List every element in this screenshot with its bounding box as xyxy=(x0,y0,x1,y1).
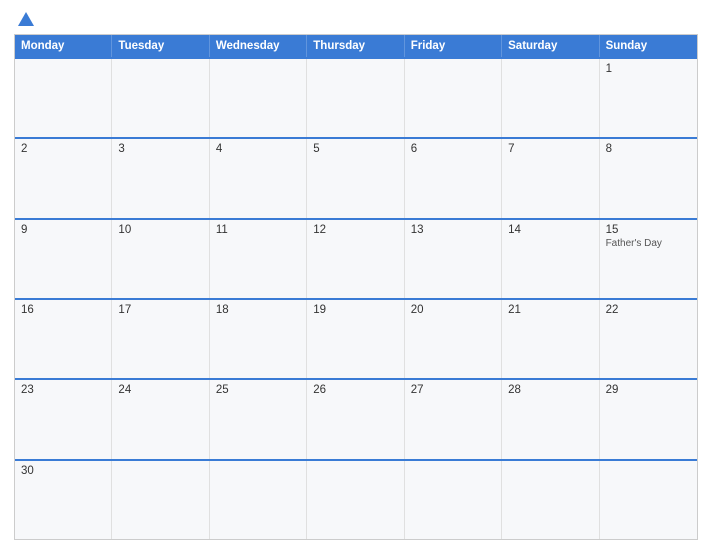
day-number: 29 xyxy=(606,384,691,396)
day-number: 15 xyxy=(606,224,691,236)
day-number: 24 xyxy=(118,384,202,396)
calendar-cell xyxy=(112,59,209,137)
calendar-header-cell: Thursday xyxy=(307,35,404,57)
calendar-cell: 9 xyxy=(15,220,112,298)
day-number: 9 xyxy=(21,224,105,236)
calendar-cell: 16 xyxy=(15,300,112,378)
day-number: 17 xyxy=(118,304,202,316)
calendar-cell xyxy=(405,59,502,137)
day-number: 19 xyxy=(313,304,397,316)
calendar-week: 2 3 4 5 6 7 8 xyxy=(15,137,697,217)
calendar-cell: 2 xyxy=(15,139,112,217)
day-number: 20 xyxy=(411,304,495,316)
calendar-cell: 14 xyxy=(502,220,599,298)
calendar-week: 1 xyxy=(15,57,697,137)
calendar-cell: 25 xyxy=(210,380,307,458)
calendar-cell: 21 xyxy=(502,300,599,378)
calendar-cell xyxy=(210,59,307,137)
calendar-cell: 28 xyxy=(502,380,599,458)
calendar-week: 16 17 18 19 20 21 22 xyxy=(15,298,697,378)
calendar-cell: 17 xyxy=(112,300,209,378)
calendar-cell: 15 Father's Day xyxy=(600,220,697,298)
calendar-cell: 11 xyxy=(210,220,307,298)
calendar-cell: 8 xyxy=(600,139,697,217)
calendar-header-cell: Sunday xyxy=(600,35,697,57)
day-number: 5 xyxy=(313,143,397,155)
calendar-cell: 7 xyxy=(502,139,599,217)
day-number: 30 xyxy=(21,465,105,477)
day-number: 18 xyxy=(216,304,300,316)
day-number: 2 xyxy=(21,143,105,155)
day-number: 10 xyxy=(118,224,202,236)
logo xyxy=(14,10,38,28)
day-number: 8 xyxy=(606,143,691,155)
day-number: 7 xyxy=(508,143,592,155)
calendar-cell: 20 xyxy=(405,300,502,378)
calendar-cell: 5 xyxy=(307,139,404,217)
event-text: Father's Day xyxy=(606,238,691,249)
calendar-cell: 4 xyxy=(210,139,307,217)
calendar-cell xyxy=(502,59,599,137)
calendar-cell xyxy=(600,461,697,539)
calendar-cell: 10 xyxy=(112,220,209,298)
calendar-cell xyxy=(15,59,112,137)
calendar-cell: 24 xyxy=(112,380,209,458)
calendar-cell: 6 xyxy=(405,139,502,217)
day-number: 26 xyxy=(313,384,397,396)
day-number: 16 xyxy=(21,304,105,316)
calendar-cell: 27 xyxy=(405,380,502,458)
day-number: 21 xyxy=(508,304,592,316)
calendar-cell xyxy=(307,461,404,539)
calendar-cell xyxy=(307,59,404,137)
calendar-cell xyxy=(112,461,209,539)
calendar-cell: 1 xyxy=(600,59,697,137)
calendar-week: 30 xyxy=(15,459,697,539)
day-number: 28 xyxy=(508,384,592,396)
day-number: 14 xyxy=(508,224,592,236)
calendar-cell: 30 xyxy=(15,461,112,539)
day-number: 3 xyxy=(118,143,202,155)
day-number: 23 xyxy=(21,384,105,396)
calendar-cell xyxy=(502,461,599,539)
day-number: 11 xyxy=(216,224,300,236)
day-number: 12 xyxy=(313,224,397,236)
calendar-cell: 26 xyxy=(307,380,404,458)
calendar: MondayTuesdayWednesdayThursdayFridaySatu… xyxy=(14,34,698,540)
day-number: 13 xyxy=(411,224,495,236)
calendar-header-cell: Tuesday xyxy=(112,35,209,57)
calendar-cell: 18 xyxy=(210,300,307,378)
calendar-header-cell: Wednesday xyxy=(210,35,307,57)
calendar-cell xyxy=(405,461,502,539)
calendar-cell: 19 xyxy=(307,300,404,378)
calendar-cell: 12 xyxy=(307,220,404,298)
calendar-week: 23 24 25 26 27 28 29 xyxy=(15,378,697,458)
calendar-week: 9 10 11 12 13 14 15 Father's Day xyxy=(15,218,697,298)
calendar-cell: 13 xyxy=(405,220,502,298)
calendar-cell: 3 xyxy=(112,139,209,217)
calendar-header-cell: Friday xyxy=(405,35,502,57)
day-number: 22 xyxy=(606,304,691,316)
calendar-header-cell: Saturday xyxy=(502,35,599,57)
calendar-cell: 29 xyxy=(600,380,697,458)
logo-icon xyxy=(17,10,35,28)
calendar-body: 123456789101112131415Father's Day1617181… xyxy=(15,57,697,539)
calendar-header-row: MondayTuesdayWednesdayThursdayFridaySatu… xyxy=(15,35,697,57)
day-number: 25 xyxy=(216,384,300,396)
calendar-cell xyxy=(210,461,307,539)
page: MondayTuesdayWednesdayThursdayFridaySatu… xyxy=(0,0,712,550)
calendar-cell: 22 xyxy=(600,300,697,378)
day-number: 1 xyxy=(606,63,691,75)
calendar-header-cell: Monday xyxy=(15,35,112,57)
day-number: 27 xyxy=(411,384,495,396)
day-number: 6 xyxy=(411,143,495,155)
day-number: 4 xyxy=(216,143,300,155)
calendar-cell: 23 xyxy=(15,380,112,458)
header xyxy=(14,10,698,28)
